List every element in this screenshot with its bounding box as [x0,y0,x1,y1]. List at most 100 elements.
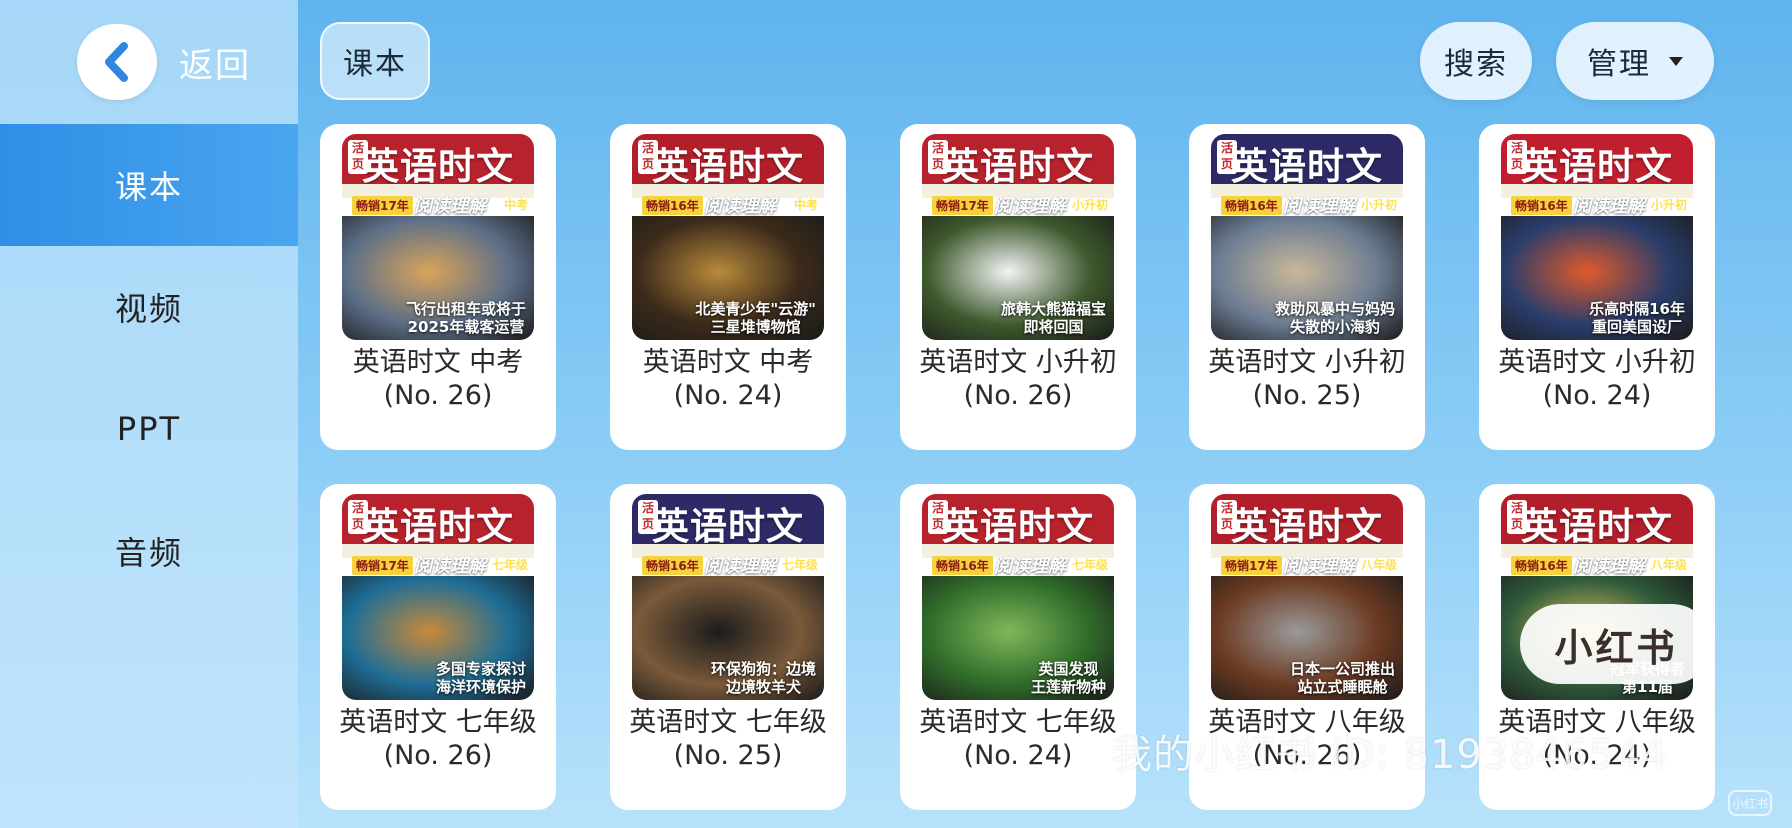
book-label: 英语时文 七年级 (No. 26) [320,706,556,772]
book-card[interactable]: 英语时文 活页 畅销16年 阅读理解 七年级 环保狗狗：边境 边境牧羊犬 英语时… [610,484,846,810]
book-title: 英语时文 七年级 [919,707,1117,738]
book-label: 英语时文 中考 (No. 24) [610,346,846,412]
book-title: 英语时文 七年级 [629,707,827,738]
book-card[interactable]: 英语时文 活页 畅销16年 阅读理解 小升初 乐高时隔16年 重回美国设厂 英语… [1479,124,1715,450]
back-button[interactable] [77,24,157,100]
cover-series-title: 英语时文 [1231,144,1383,188]
search-button[interactable]: 搜索 [1420,22,1532,100]
book-card[interactable]: 英语时文 活页 畅销16年 阅读理解 七年级 英国发现 王莲新物种 英语时文 七… [900,484,1136,810]
cover-tag: 活页 [348,140,368,174]
book-label: 英语时文 小升初 (No. 24) [1479,346,1715,412]
book-label: 英语时文 中考 (No. 26) [320,346,556,412]
cover-series-title: 英语时文 [1521,144,1673,188]
cover-grade-label: 七年级 [781,558,818,572]
cover-headline: 救助风暴中与妈妈 失散的小海豹 [1274,300,1395,336]
caret-down-icon [1669,56,1683,66]
cover-sales-badge: 畅销16年 [642,196,703,215]
cover-reading-label: 阅读理解 [704,196,776,217]
book-issue: (No. 24) [673,380,783,411]
book-cover[interactable]: 英语时文 活页 畅销17年 阅读理解 中考 飞行出租车或将于 2025年载客运营 [342,134,534,340]
cover-sales-badge: 畅销16年 [1221,196,1282,215]
cover-grade-label: 八年级 [1650,558,1687,572]
cover-grade-label: 中考 [503,198,528,212]
book-cover[interactable]: 英语时文 活页 畅销16年 阅读理解 七年级 英国发现 王莲新物种 [922,494,1114,700]
cover-tag: 活页 [1217,140,1237,174]
book-issue: (No. 25) [673,740,783,771]
book-label: 英语时文 七年级 (No. 24) [900,706,1136,772]
book-cover[interactable]: 英语时文 活页 畅销17年 阅读理解 八年级 日本一公司推出 站立式睡眠舱 [1211,494,1403,700]
book-cover[interactable]: 英语时文 活页 畅销17年 阅读理解 七年级 多国专家探讨 海洋环境保护 [342,494,534,700]
cover-sales-badge: 畅销17年 [352,196,413,215]
cover-grade-label: 七年级 [1071,558,1108,572]
cover-grade-label: 小升初 [1071,198,1108,212]
cover-headline: 飞行出租车或将于 2025年载客运营 [405,300,526,336]
cover-series-title: 英语时文 [652,144,804,188]
cover-tag: 活页 [1507,140,1527,174]
book-issue: (No. 26) [383,380,493,411]
book-title: 英语时文 七年级 [339,707,537,738]
cover-headline: 北美青少年"云游" 三星堆博物馆 [695,300,816,336]
book-card[interactable]: 英语时文 活页 畅销17年 阅读理解 小升初 旅韩大熊猫福宝 即将回国 英语时文… [900,124,1136,450]
cover-headline: 环保狗狗：边境 边境牧羊犬 [710,660,816,696]
cover-grade-label: 八年级 [1360,558,1397,572]
sidebar: 返回 课本 视频 PPT 音频 [0,0,298,828]
manage-dropdown[interactable]: 管理 [1556,22,1714,100]
book-issue: (No. 25) [1252,380,1362,411]
cover-sales-badge: 畅销16年 [1511,196,1572,215]
back-control[interactable]: 返回 [77,24,251,100]
cover-reading-label: 阅读理解 [1283,196,1355,217]
book-label: 英语时文 七年级 (No. 25) [610,706,846,772]
book-card[interactable]: 英语时文 活页 畅销16年 阅读理解 小升初 救助风暴中与妈妈 失散的小海豹 英… [1189,124,1425,450]
cover-series-title: 英语时文 [1521,504,1673,548]
book-cover[interactable]: 英语时文 活页 畅销16年 阅读理解 小升初 救助风暴中与妈妈 失散的小海豹 [1211,134,1403,340]
book-title: 英语时文 小升初 [1498,347,1696,378]
cover-series-title: 英语时文 [942,504,1094,548]
cover-series-title: 英语时文 [652,504,804,548]
book-cover[interactable]: 英语时文 活页 畅销16年 阅读理解 中考 北美青少年"云游" 三星堆博物馆 [632,134,824,340]
book-card[interactable]: 英语时文 活页 畅销17年 阅读理解 中考 飞行出租车或将于 2025年载客运营… [320,124,556,450]
cover-headline: 乐高时隔16年 重回美国设厂 [1589,300,1685,336]
book-card[interactable]: 英语时文 活页 畅销17年 阅读理解 七年级 多国专家探讨 海洋环境保护 英语时… [320,484,556,810]
cover-series-title: 英语时文 [1231,504,1383,548]
book-issue: (No. 26) [383,740,493,771]
book-label: 英语时文 小升初 (No. 26) [900,346,1136,412]
cover-reading-label: 阅读理解 [1573,556,1645,577]
book-title: 英语时文 中考 [642,347,814,378]
cover-grade-label: 小升初 [1650,198,1687,212]
cover-headline: 英国发现 王莲新物种 [1030,660,1106,696]
cover-series-title: 英语时文 [362,144,514,188]
book-title: 英语时文 中考 [352,347,524,378]
book-card[interactable]: 英语时文 活页 畅销16年 阅读理解 中考 北美青少年"云游" 三星堆博物馆 英… [610,124,846,450]
cover-reading-label: 阅读理解 [414,556,486,577]
book-issue: (No. 24) [1542,380,1652,411]
cover-reading-label: 阅读理解 [1283,556,1355,577]
cover-tag: 活页 [928,140,948,174]
book-cover[interactable]: 英语时文 活页 畅销16年 阅读理解 七年级 环保狗狗：边境 边境牧羊犬 [632,494,824,700]
corner-logo: 小红书 [1728,790,1772,816]
cover-headline: 多国专家探讨 海洋环境保护 [435,660,526,696]
cover-sales-badge: 畅销17年 [1221,556,1282,575]
cover-grade-label: 七年级 [491,558,528,572]
cover-tag: 活页 [638,140,658,174]
cover-reading-label: 阅读理解 [994,196,1066,217]
sidebar-item-ppt[interactable]: PPT [0,368,298,490]
category-chip[interactable]: 课本 [320,22,430,100]
cover-grade-label: 小升初 [1360,198,1397,212]
cover-series-title: 英语时文 [362,504,514,548]
sidebar-item-audio[interactable]: 音频 [0,490,298,612]
cover-tag: 活页 [1217,500,1237,534]
cover-tag: 活页 [1507,500,1527,534]
cover-headline: 旅韩大熊猫福宝 即将回国 [1000,300,1106,336]
sidebar-item-textbook[interactable]: 课本 [0,124,298,246]
cover-tag: 活页 [928,500,948,534]
cover-sales-badge: 畅销17年 [352,556,413,575]
book-title: 英语时文 小升初 [1208,347,1406,378]
book-cover[interactable]: 英语时文 活页 畅销17年 阅读理解 小升初 旅韩大熊猫福宝 即将回国 [922,134,1114,340]
cover-sales-badge: 畅销16年 [932,556,993,575]
cover-reading-label: 阅读理解 [994,556,1066,577]
sidebar-item-video[interactable]: 视频 [0,246,298,368]
cover-sales-badge: 畅销16年 [1511,556,1572,575]
book-cover[interactable]: 英语时文 活页 畅销16年 阅读理解 小升初 乐高时隔16年 重回美国设厂 [1501,134,1693,340]
cover-sales-badge: 畅销17年 [932,196,993,215]
back-label[interactable]: 返回 [179,38,251,87]
